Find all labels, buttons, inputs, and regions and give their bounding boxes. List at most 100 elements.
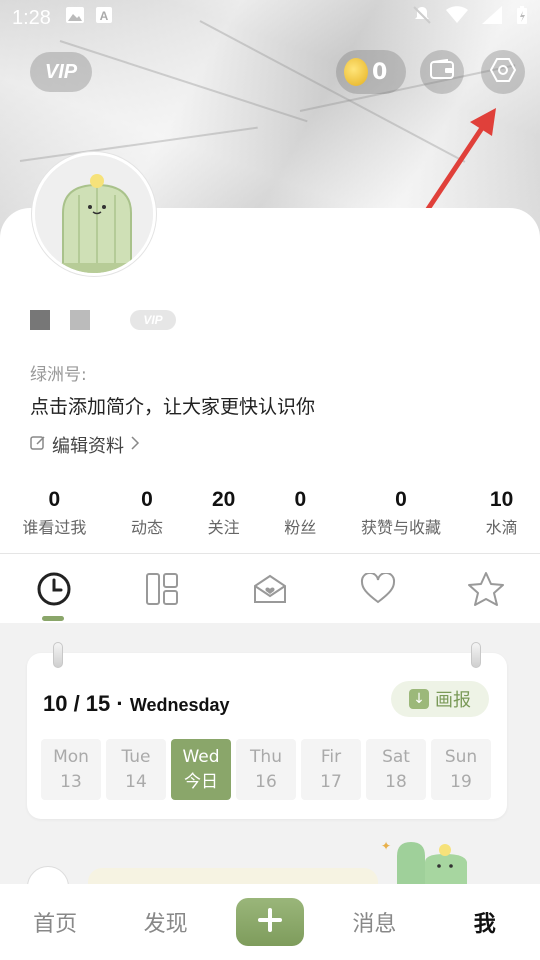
pictorial-label: 画报 <box>435 690 471 711</box>
cactus-decoration-icon: ✦ <box>381 839 467 892</box>
wallet-icon <box>429 58 455 85</box>
stat-following[interactable]: 20 关注 <box>208 488 240 538</box>
stat-value: 0 <box>48 488 61 511</box>
coin-balance-button[interactable]: 0 <box>336 50 406 94</box>
create-post-button[interactable] <box>235 898 304 946</box>
battery-icon <box>516 5 528 31</box>
svg-text:✦: ✦ <box>381 839 391 853</box>
edit-icon <box>30 435 46 456</box>
stat-value: 0 <box>395 488 407 511</box>
coin-count: 0 <box>372 59 388 85</box>
stat-likes[interactable]: 0 获赞与收藏 <box>361 488 441 538</box>
stat-label: 获赞与收藏 <box>360 518 441 537</box>
day-cell[interactable]: Mon 13 <box>41 739 101 800</box>
settings-button[interactable] <box>481 50 525 94</box>
stat-value: 10 <box>489 488 514 511</box>
oasis-id-label: 绿洲号: <box>30 365 87 385</box>
day-cell[interactable]: Thu 16 <box>236 739 296 800</box>
signal-icon <box>482 6 502 30</box>
nickname-placeholder-block <box>30 310 50 330</box>
stat-posts[interactable]: 0 动态 <box>131 488 163 538</box>
day-number: 16 <box>255 772 277 792</box>
settings-hexagon-icon <box>489 56 517 88</box>
status-bar: 1:28 A <box>0 0 540 36</box>
tab-favorites[interactable] <box>461 566 511 616</box>
stats-row: 0 谁看过我 0 动态 20 关注 0 粉丝 0 获赞与收藏 10 水滴 <box>0 488 540 538</box>
tab-history[interactable] <box>29 566 79 616</box>
content-tabs <box>0 566 540 616</box>
stat-label: 关注 <box>207 518 240 537</box>
notifications-off-icon <box>412 5 432 31</box>
day-cell[interactable]: Sat 18 <box>366 739 426 800</box>
stat-label: 水滴 <box>485 518 518 537</box>
pictorial-button[interactable]: ↓ 画报 <box>391 681 489 717</box>
day-cell-today[interactable]: Wed 今日 <box>171 739 231 800</box>
divider <box>0 553 540 554</box>
day-cell[interactable]: Tue 14 <box>106 739 166 800</box>
week-strip: Mon 13 Tue 14 Wed 今日 Thu 16 Fir 17 Sat 18 Sun 1… <box>41 739 491 800</box>
day-cell[interactable]: Fir 17 <box>301 739 361 800</box>
status-time: 1:28 <box>12 6 51 29</box>
day-number: 19 <box>450 772 472 792</box>
tab-grid[interactable] <box>137 566 187 616</box>
stat-value: 20 <box>211 488 236 511</box>
day-name: Wed <box>182 747 220 767</box>
day-number: 13 <box>60 772 82 792</box>
avatar[interactable] <box>32 152 156 276</box>
ring-icon <box>53 642 63 668</box>
vip-badge[interactable]: VIP <box>130 310 176 330</box>
stat-label: 谁看过我 <box>22 518 87 537</box>
stat-followers[interactable]: 0 粉丝 <box>284 488 316 538</box>
day-number: 14 <box>125 772 147 792</box>
day-name: Tue <box>121 747 151 767</box>
bio-text[interactable]: 点击添加简介，让大家更快认识你 <box>30 392 315 419</box>
wallet-button[interactable] <box>420 50 464 94</box>
vip-button[interactable]: VIP <box>30 52 92 92</box>
envelope-heart-icon <box>252 572 288 610</box>
heart-icon <box>360 571 396 609</box>
day-name: Thu <box>250 747 282 767</box>
stat-label: 动态 <box>130 518 163 537</box>
stat-value: 0 <box>294 488 307 511</box>
clock-icon <box>36 571 72 611</box>
download-icon: ↓ <box>409 689 429 709</box>
stat-visitors[interactable]: 0 谁看过我 <box>22 488 86 538</box>
day-cell[interactable]: Sun 19 <box>431 739 491 800</box>
day-name: Sun <box>444 747 478 767</box>
image-icon <box>65 6 85 30</box>
nav-discover[interactable]: 发现 <box>126 906 206 938</box>
plus-icon <box>257 907 283 937</box>
nav-me[interactable]: 我 <box>445 906 525 938</box>
keyboard-a-icon: A <box>95 6 113 30</box>
day-number: 17 <box>320 772 342 792</box>
weekday-text: Wednesday <box>129 695 230 715</box>
stat-water-drops[interactable]: 10 水滴 <box>486 488 518 538</box>
date-text: 10 / 15 <box>43 691 111 716</box>
bottom-navigation: 首页 发现 消息 我 <box>0 884 540 960</box>
edit-profile-link[interactable]: 编辑资料 <box>30 432 140 458</box>
nav-home[interactable]: 首页 <box>15 906 95 938</box>
stat-value: 0 <box>141 488 153 511</box>
day-name: Sat <box>382 747 410 767</box>
edit-profile-label: 编辑资料 <box>52 436 124 457</box>
ring-icon <box>471 642 481 668</box>
chevron-right-icon <box>130 435 140 456</box>
day-number: 今日 <box>184 772 218 792</box>
vip-label: VIP <box>44 60 78 83</box>
active-tab-indicator <box>42 616 64 621</box>
stat-label: 粉丝 <box>284 518 317 537</box>
coin-icon <box>344 58 368 86</box>
name-row: VIP <box>30 310 176 330</box>
nickname-placeholder-block <box>70 310 90 330</box>
vip-badge-label: VIP <box>143 313 163 327</box>
tab-mail[interactable] <box>245 566 295 616</box>
grid-icon <box>145 572 179 610</box>
calendar-date: 10 / 15 · Wednesday <box>43 691 230 716</box>
svg-text:A: A <box>100 9 109 23</box>
tab-likes[interactable] <box>353 566 403 616</box>
day-name: Mon <box>53 747 89 767</box>
nav-messages[interactable]: 消息 <box>334 906 414 938</box>
star-icon <box>467 571 505 611</box>
day-number: 18 <box>385 772 407 792</box>
day-name: Fir <box>320 747 342 767</box>
